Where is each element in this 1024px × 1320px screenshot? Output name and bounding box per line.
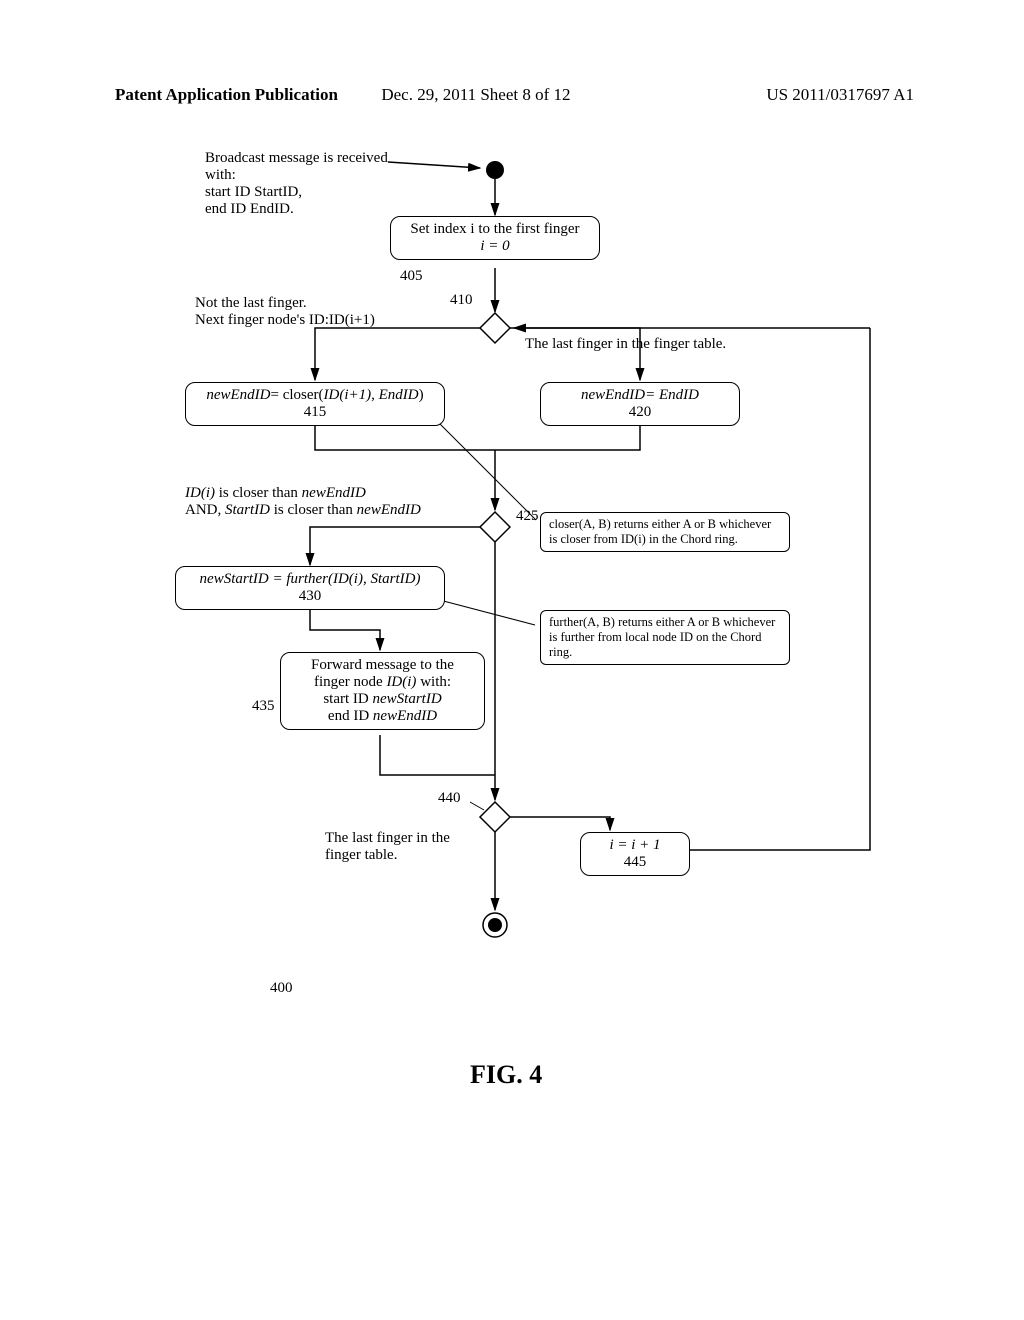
right-410: The last finger in the finger table. <box>525 336 805 353</box>
ref-435: 435 <box>252 698 275 715</box>
box-445-text: i = i + 1 <box>589 837 681 854</box>
box-405: Set index i to the first finger i = 0 <box>390 216 600 260</box>
box-435: Forward message to thefinger node ID(i) … <box>280 652 485 730</box>
ref-440: 440 <box>438 790 461 807</box>
header-left: Patent Application Publication <box>115 85 381 105</box>
note-closer: closer(A, B) returns either A or B which… <box>540 512 790 552</box>
ref-420: 420 <box>549 404 731 421</box>
ref-430: 430 <box>184 588 436 605</box>
box-420: newEndID= EndID 420 <box>540 382 740 426</box>
page-header: Patent Application Publication Dec. 29, … <box>0 85 1024 105</box>
start-label-text: Broadcast message is received with: star… <box>205 150 395 218</box>
flowchart-canvas: Broadcast message is received with: star… <box>100 150 920 1070</box>
ref-405: 405 <box>400 268 423 285</box>
cond-425: ID(i) is closer than newEndID AND, Start… <box>185 485 495 519</box>
box-415: newEndID= closer(ID(i+1), EndID) 415 <box>185 382 445 426</box>
left-440: The last finger in the finger table. <box>325 830 480 864</box>
figure-label: FIG. 4 <box>470 1060 542 1090</box>
left-410: Not the last finger. Next finger node's … <box>195 295 455 329</box>
start-label: Broadcast message is received with: star… <box>205 150 395 218</box>
box-405-text: Set index i to the first finger <box>399 221 591 238</box>
header-right: US 2011/0317697 A1 <box>648 85 914 105</box>
cond-425-l1: ID(i) is closer than newEndID <box>185 485 495 502</box>
note-further: further(A, B) returns either A or B whic… <box>540 610 790 665</box>
ref-400: 400 <box>270 980 293 997</box>
box-435-text: Forward message to thefinger node ID(i) … <box>289 657 476 725</box>
header-center: Dec. 29, 2011 Sheet 8 of 12 <box>381 85 647 105</box>
cond-425-l2: AND, StartID is closer than newEndID <box>185 502 495 519</box>
box-405-code: i = 0 <box>399 238 591 255</box>
ref-445: 445 <box>589 854 681 871</box>
flowchart-connectors <box>100 150 920 1070</box>
box-420-text: newEndID= EndID <box>549 387 731 404</box>
box-430-text: newStartID = further(ID(i), StartID) <box>184 571 436 588</box>
box-415-text: newEndID= closer(ID(i+1), EndID) <box>194 387 436 404</box>
box-430: newStartID = further(ID(i), StartID) 430 <box>175 566 445 610</box>
ref-415: 415 <box>194 404 436 421</box>
ref-425: 425 <box>516 508 539 525</box>
box-445: i = i + 1 445 <box>580 832 690 876</box>
